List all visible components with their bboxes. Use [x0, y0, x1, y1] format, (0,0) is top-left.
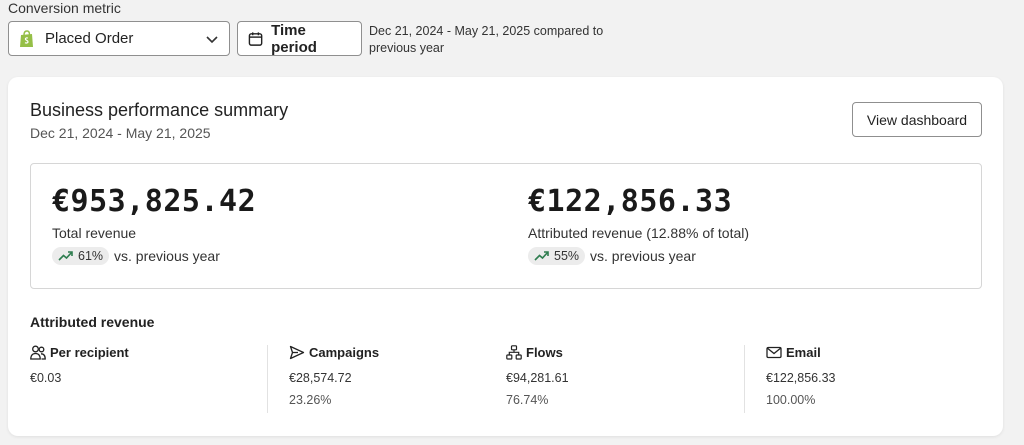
attributed-revenue-trend: 55% vs. previous year	[528, 247, 749, 265]
campaigns-percent: 23.26%	[289, 393, 332, 407]
flows-value: €94,281.61	[506, 371, 569, 385]
trend-up-icon	[534, 251, 549, 261]
per-recipient-header: Per recipient	[30, 345, 129, 360]
attributed-revenue-change-suffix: vs. previous year	[590, 248, 696, 264]
per-recipient-label: Per recipient	[50, 345, 129, 360]
per-recipient-value: €0.03	[30, 371, 62, 385]
attributed-revenue-change: 55%	[554, 249, 580, 263]
trend-up-icon	[58, 251, 73, 261]
metric-select-value: Placed Order	[45, 30, 134, 47]
campaigns-value: €28,574.72	[289, 371, 352, 385]
business-performance-card: Business performance summary Dec 21, 202…	[8, 77, 1003, 436]
total-revenue-stat: €953,825.42 Total revenue 61% vs. previo…	[52, 184, 256, 265]
flows-column: Flows €94,281.61 76.74%	[506, 345, 569, 413]
total-revenue-change: 61%	[78, 249, 104, 263]
campaigns-column: Campaigns €28,574.72 23.26%	[289, 345, 379, 413]
flows-icon	[506, 345, 522, 360]
campaigns-header: Campaigns	[289, 345, 379, 360]
total-revenue-label: Total revenue	[52, 225, 137, 241]
column-divider	[744, 345, 745, 413]
email-label: Email	[786, 345, 821, 360]
flows-percent: 76.74%	[506, 393, 549, 407]
attributed-revenue-title: Attributed revenue	[30, 314, 155, 330]
metric-label: Conversion metric	[8, 0, 121, 16]
people-icon	[30, 345, 46, 360]
email-value: €122,856.33	[766, 371, 836, 385]
comparison-period-text: Dec 21, 2024 - May 21, 2025 compared to …	[369, 24, 604, 55]
mail-icon	[766, 346, 782, 359]
per-recipient-column: Per recipient €0.03	[30, 345, 129, 413]
time-period-button[interactable]: Time period	[237, 21, 362, 56]
conversion-metric-select[interactable]: Placed Order	[8, 21, 230, 56]
attributed-revenue-amount: €122,856.33	[528, 184, 733, 219]
email-column: Email €122,856.33 100.00%	[766, 345, 836, 413]
revenue-stats-box: €953,825.42 Total revenue 61% vs. previo…	[30, 163, 982, 289]
total-revenue-trend: 61% vs. previous year	[52, 247, 256, 265]
time-period-label: Time period	[271, 21, 317, 56]
shopify-icon	[20, 29, 33, 47]
flows-header: Flows	[506, 345, 569, 360]
attributed-revenue-change-badge: 55%	[528, 247, 586, 265]
column-divider	[267, 345, 268, 413]
chevron-down-icon	[206, 35, 218, 43]
attributed-revenue-stat: €122,856.33 Attributed revenue (12.88% o…	[528, 184, 749, 265]
flows-label: Flows	[526, 345, 563, 360]
total-revenue-change-badge: 61%	[52, 247, 110, 265]
calendar-icon	[248, 31, 263, 46]
view-dashboard-button[interactable]: View dashboard	[852, 102, 982, 137]
total-revenue-amount: €953,825.42	[52, 184, 257, 219]
email-percent: 100.00%	[766, 393, 816, 407]
card-title: Business performance summary	[30, 100, 289, 120]
total-revenue-change-suffix: vs. previous year	[114, 248, 220, 264]
card-date-range: Dec 21, 2024 - May 21, 2025	[30, 125, 211, 141]
campaigns-label: Campaigns	[309, 345, 380, 360]
attributed-revenue-label: Attributed revenue (12.88% of total)	[528, 225, 750, 241]
send-icon	[289, 345, 305, 360]
email-header: Email	[766, 345, 836, 360]
